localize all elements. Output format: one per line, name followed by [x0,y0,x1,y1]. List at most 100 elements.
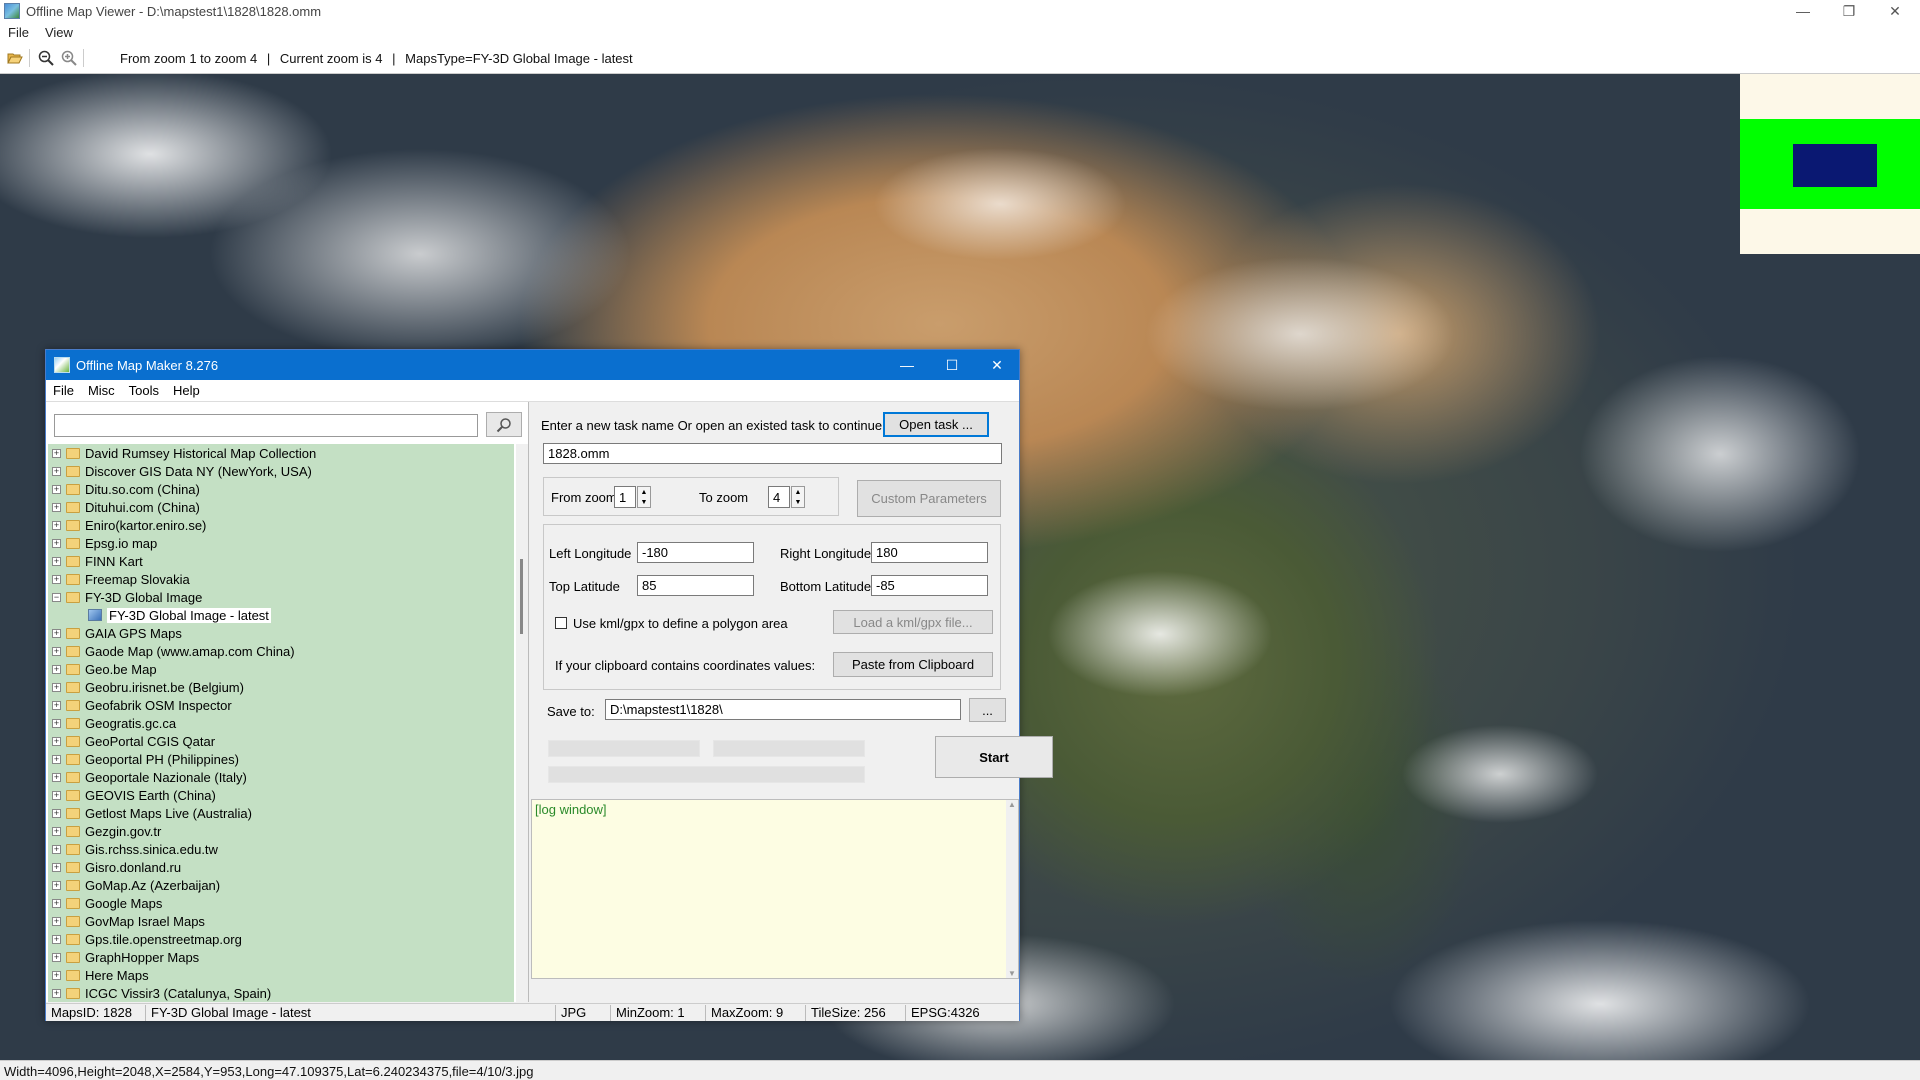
expand-icon[interactable]: + [52,520,61,530]
tree-folder-item[interactable]: + Geogratis.gc.ca [48,714,514,732]
spin-up-icon[interactable]: ▲ [795,489,802,496]
tree-folder-item[interactable]: + David Rumsey Historical Map Collection [48,444,514,462]
tree-folder-item[interactable]: + GAIA GPS Maps [48,624,514,642]
expand-icon[interactable]: + [52,448,61,458]
expand-icon[interactable]: + [52,754,61,764]
expand-icon[interactable]: + [52,916,61,926]
tree-leaf-item[interactable]: FY-3D Global Image - latest [48,606,514,624]
tree-folder-item[interactable]: + GEOVIS Earth (China) [48,786,514,804]
tree-folder-item[interactable]: + Gps.tile.openstreetmap.org [48,930,514,948]
scrollbar-thumb[interactable] [520,559,523,634]
expand-icon[interactable]: + [52,844,61,854]
expand-icon[interactable]: + [52,808,61,818]
dialog-menu-tools[interactable]: Tools [122,383,166,398]
expand-icon[interactable]: + [52,880,61,890]
log-window[interactable]: [log window] ▲ ▼ [531,799,1019,979]
from-zoom-spinner[interactable]: ▲ ▼ [637,486,651,508]
close-button[interactable]: ✕ [1872,0,1918,22]
expand-icon[interactable]: + [52,646,61,656]
browse-button[interactable]: ... [969,698,1006,722]
dialog-menu-help[interactable]: Help [166,383,207,398]
expand-icon[interactable]: + [52,790,61,800]
zoom-in-icon[interactable] [61,50,77,66]
tree-folder-item[interactable]: + FINN Kart [48,552,514,570]
tree-folder-item[interactable]: + Geo.be Map [48,660,514,678]
expand-icon[interactable]: + [52,862,61,872]
tree-folder-item[interactable]: + Here Maps [48,966,514,984]
map-source-tree[interactable]: + David Rumsey Historical Map Collection +… [48,444,514,1002]
expand-icon[interactable]: + [52,574,61,584]
tree-folder-item[interactable]: + Google Maps [48,894,514,912]
right-longitude-input[interactable]: 180 [871,542,988,563]
tree-folder-item[interactable]: + Eniro(kartor.eniro.se) [48,516,514,534]
custom-parameters-button[interactable]: Custom Parameters [857,480,1001,517]
task-name-input[interactable]: 1828.omm [543,443,1002,464]
tree-folder-item[interactable]: + Gezgin.gov.tr [48,822,514,840]
save-to-input[interactable]: D:\mapstest1\1828\ [605,699,961,720]
tree-folder-item[interactable]: + Geoportale Nazionale (Italy) [48,768,514,786]
kml-polygon-checkbox[interactable] [555,617,567,629]
tree-folder-item[interactable]: + GoMap.Az (Azerbaijan) [48,876,514,894]
tree-folder-item[interactable]: + Freemap Slovakia [48,570,514,588]
menu-view[interactable]: View [37,25,81,40]
expand-icon[interactable]: + [52,484,61,494]
tree-folder-item[interactable]: + Ditu.so.com (China) [48,480,514,498]
folder-open-icon[interactable] [7,50,23,66]
from-zoom-input[interactable]: 1 [614,486,636,508]
tree-folder-item[interactable]: + Gaode Map (www.amap.com China) [48,642,514,660]
tree-folder-item[interactable]: + Epsg.io map [48,534,514,552]
left-longitude-input[interactable]: -180 [637,542,754,563]
expand-icon[interactable]: + [52,934,61,944]
expand-icon[interactable]: + [52,736,61,746]
menu-file[interactable]: File [0,25,37,40]
expand-icon[interactable]: + [52,952,61,962]
tree-folder-item[interactable]: + Geofabrik OSM Inspector [48,696,514,714]
search-button[interactable] [486,412,522,437]
spin-up-icon[interactable]: ▲ [641,489,648,496]
tree-folder-item[interactable]: + Geoportal PH (Philippines) [48,750,514,768]
expand-icon[interactable]: + [52,718,61,728]
spin-down-icon[interactable]: ▼ [795,499,802,506]
dialog-minimize-button[interactable]: — [884,350,930,380]
tree-folder-item[interactable]: + Discover GIS Data NY (NewYork, USA) [48,462,514,480]
overview-viewport[interactable] [1793,144,1877,187]
open-task-button[interactable]: Open task ... [883,412,989,437]
tree-folder-item[interactable]: + Dituhui.com (China) [48,498,514,516]
expand-icon[interactable]: + [52,970,61,980]
expand-icon[interactable]: + [52,628,61,638]
tree-folder-item[interactable]: + Getlost Maps Live (Australia) [48,804,514,822]
load-kml-button[interactable]: Load a kml/gpx file... [833,610,993,634]
tree-scrollbar[interactable] [516,444,528,1002]
tree-folder-item[interactable]: + Geobru.irisnet.be (Belgium) [48,678,514,696]
bottom-latitude-input[interactable]: -85 [871,575,988,596]
minimize-button[interactable]: — [1780,0,1826,22]
spin-down-icon[interactable]: ▼ [641,499,648,506]
top-latitude-input[interactable]: 85 [637,575,754,596]
to-zoom-spinner[interactable]: ▲ ▼ [791,486,805,508]
expand-icon[interactable]: + [52,538,61,548]
expand-icon[interactable]: + [52,556,61,566]
restore-button[interactable]: ❐ [1826,0,1872,22]
expand-icon[interactable]: + [52,898,61,908]
paste-clipboard-button[interactable]: Paste from Clipboard [833,652,993,677]
dialog-maximize-button[interactable]: ☐ [929,350,975,380]
expand-icon[interactable]: + [52,466,61,476]
expand-icon[interactable]: + [52,772,61,782]
log-scrollbar[interactable]: ▲ ▼ [1006,800,1018,978]
dialog-menu-misc[interactable]: Misc [81,383,122,398]
map-search-input[interactable] [54,414,478,437]
tree-folder-item[interactable]: − FY-3D Global Image [48,588,514,606]
tree-folder-item[interactable]: + GraphHopper Maps [48,948,514,966]
tree-folder-item[interactable]: + GeoPortal CGIS Qatar [48,732,514,750]
expand-icon[interactable]: + [52,988,61,998]
expand-icon[interactable]: + [52,700,61,710]
expand-icon[interactable]: + [52,826,61,836]
expand-icon[interactable]: + [52,682,61,692]
tree-folder-item[interactable]: + Gisro.donland.ru [48,858,514,876]
start-button[interactable]: Start [935,736,1053,778]
dialog-menu-file[interactable]: File [46,383,81,398]
expand-icon[interactable]: + [52,502,61,512]
tree-folder-item[interactable]: + Gis.rchss.sinica.edu.tw [48,840,514,858]
tree-folder-item[interactable]: + GovMap Israel Maps [48,912,514,930]
collapse-icon[interactable]: − [52,592,61,602]
